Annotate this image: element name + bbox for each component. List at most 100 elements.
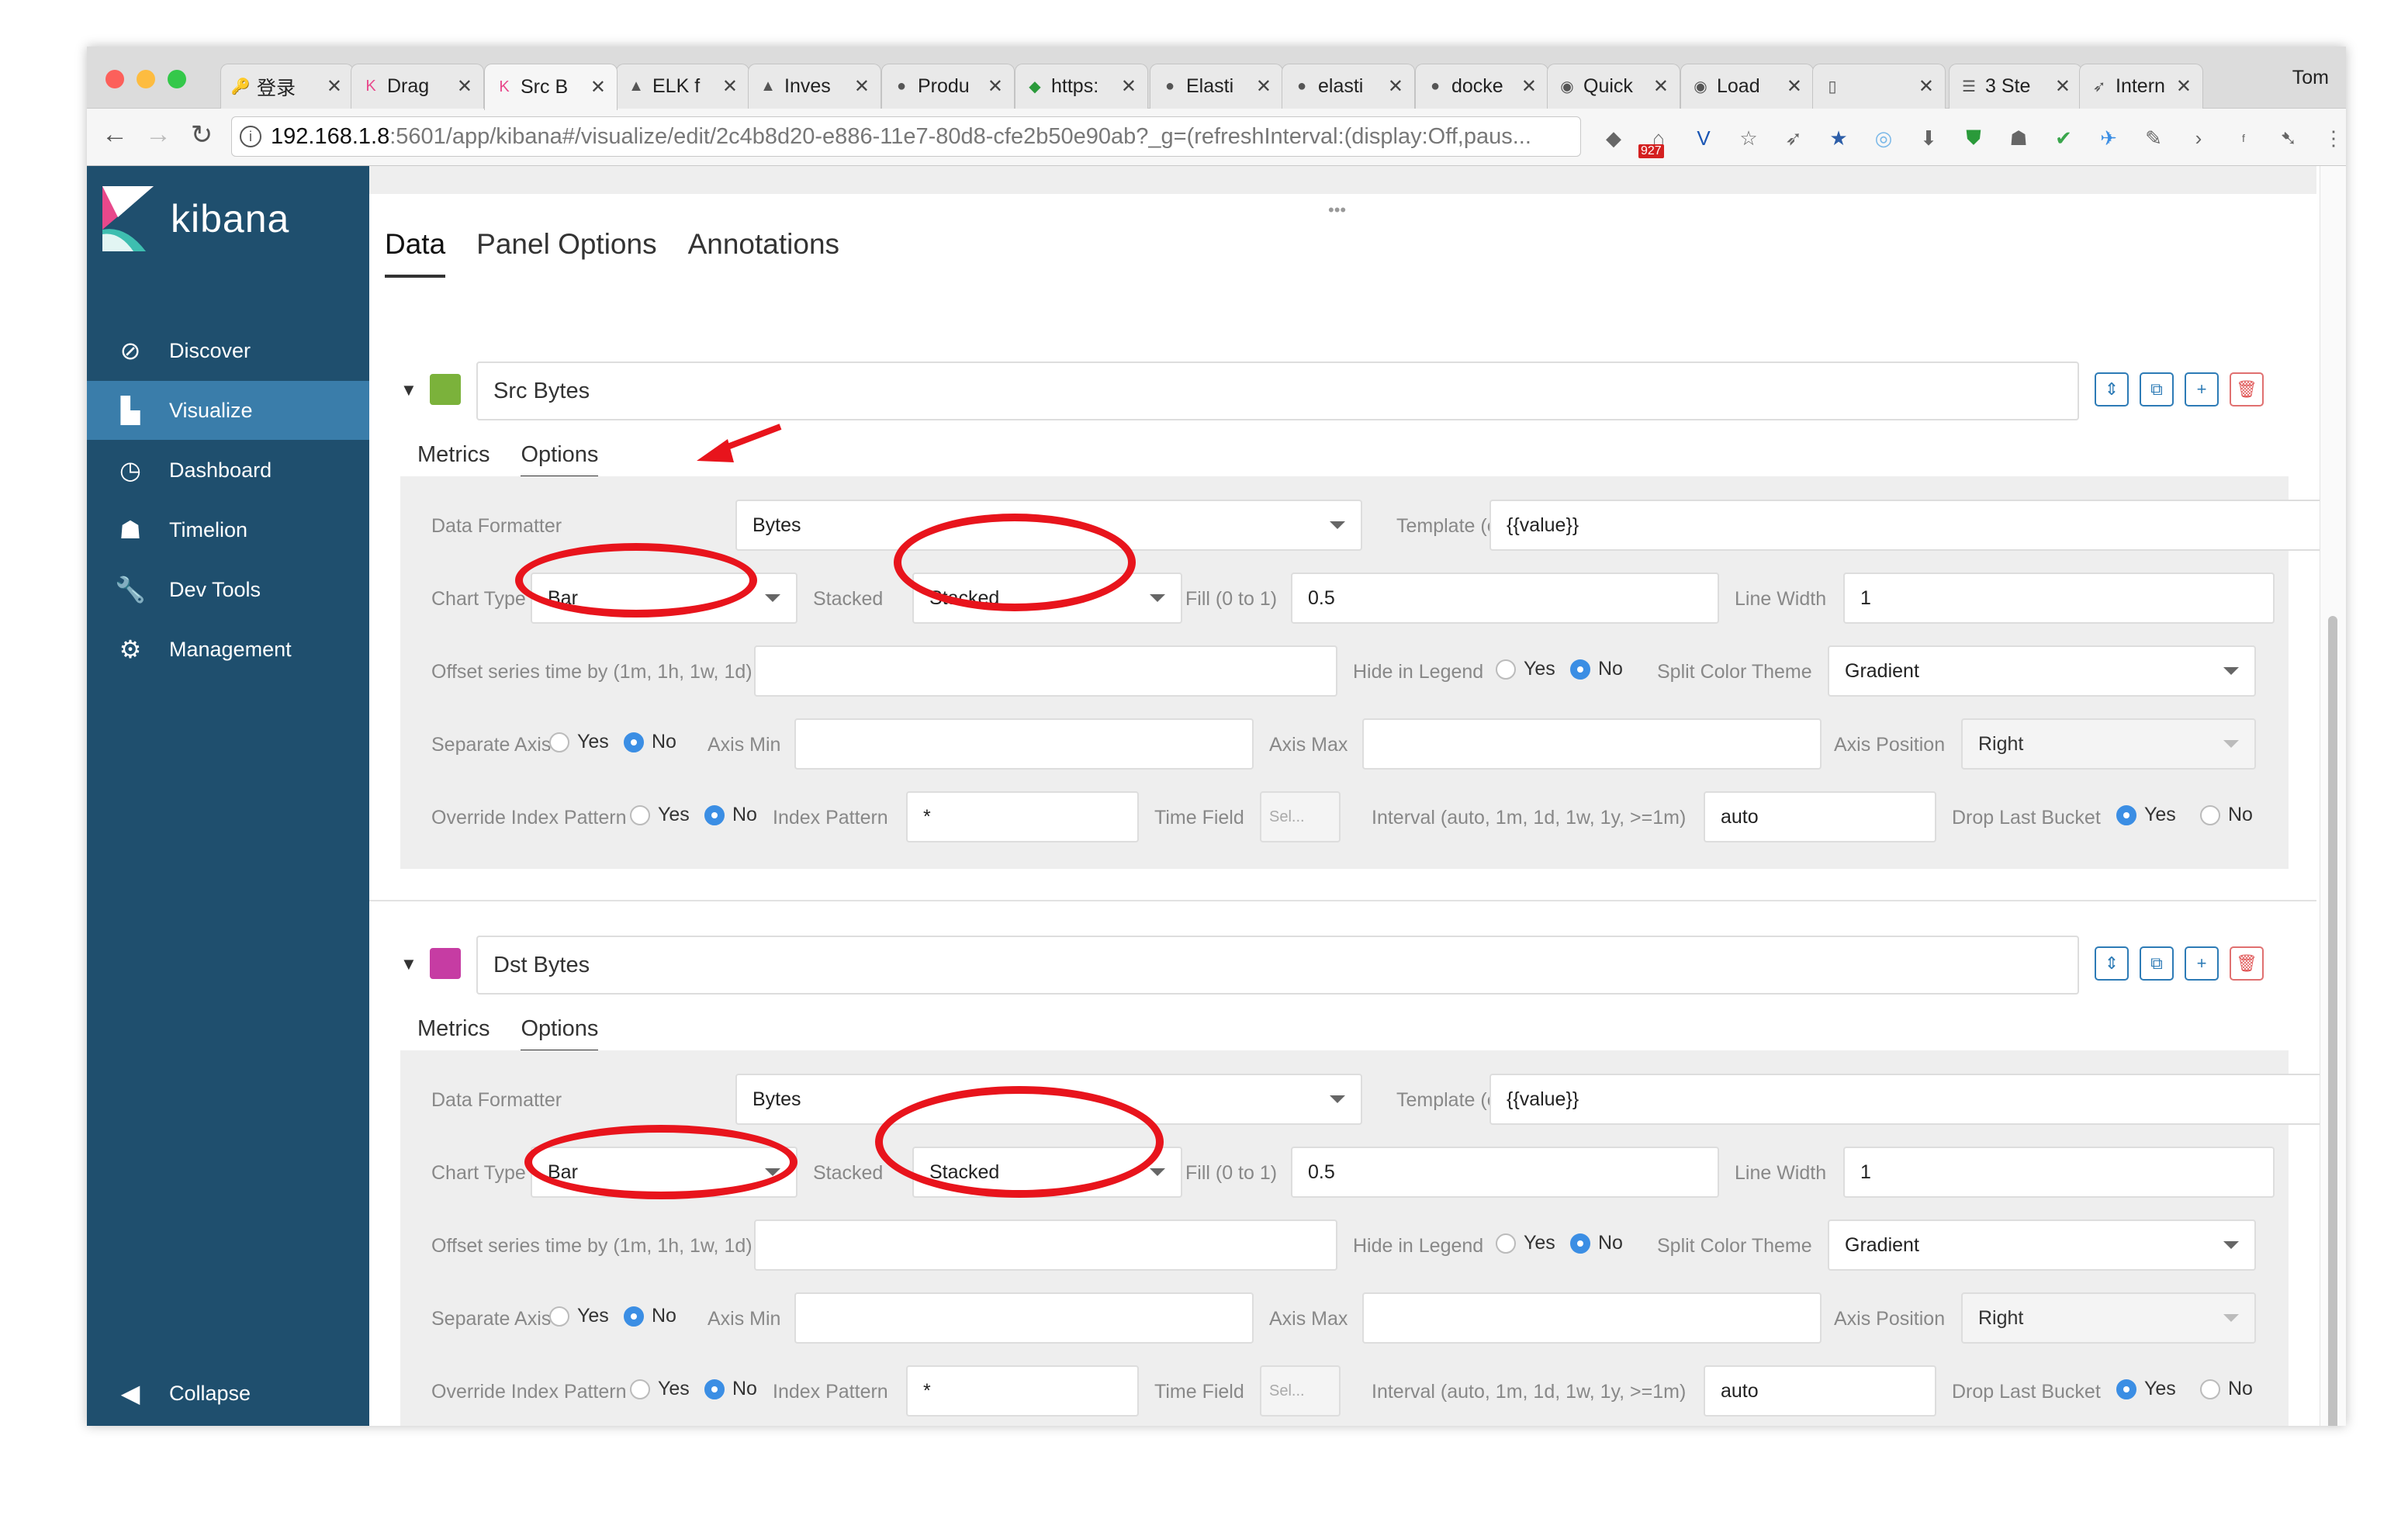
subtab-metrics[interactable]: Metrics bbox=[417, 1016, 490, 1052]
browser-tab[interactable]: ☰ 3 Ste ✕ bbox=[1949, 64, 2082, 109]
browser-tab[interactable]: ● docke ✕ bbox=[1415, 64, 1548, 109]
sidebar-item-timelion[interactable]: ☗ Timelion bbox=[87, 500, 369, 559]
hide-legend-no[interactable]: No bbox=[1570, 658, 1623, 680]
interval-input[interactable]: auto bbox=[1704, 791, 1936, 842]
sidebar-item-visualize[interactable]: ▙ Visualize bbox=[87, 381, 369, 440]
close-tab-icon[interactable]: ✕ bbox=[2055, 75, 2071, 98]
override-index-yes[interactable]: Yes bbox=[630, 804, 690, 826]
time-field-select[interactable]: Sel... bbox=[1260, 791, 1341, 842]
close-tab-icon[interactable]: ✕ bbox=[590, 76, 606, 99]
axis-max-input[interactable] bbox=[1362, 1292, 1822, 1344]
extension-compass-icon[interactable]: ✈ bbox=[2095, 124, 2123, 152]
close-tab-icon[interactable]: ✕ bbox=[854, 75, 870, 98]
bookmark-star-icon[interactable]: ☆ bbox=[1735, 124, 1763, 152]
close-tab-icon[interactable]: ✕ bbox=[722, 75, 738, 98]
reload-icon[interactable]: ↻ bbox=[186, 119, 217, 150]
sort-icon[interactable]: ⇕ bbox=[2095, 372, 2129, 406]
kibana-logo[interactable]: kibana bbox=[102, 186, 289, 251]
series-label-input[interactable]: Dst Bytes bbox=[476, 936, 2079, 995]
extension-check-shield-icon[interactable]: ✔ bbox=[2050, 124, 2078, 152]
browser-tab[interactable]: ▲ Inves ✕ bbox=[748, 64, 881, 109]
close-window-button[interactable] bbox=[106, 70, 124, 88]
delete-icon[interactable]: 🗑 bbox=[2230, 946, 2264, 981]
address-bar[interactable]: i 192.168.1.8:5601/app/kibana#/visualize… bbox=[231, 116, 1581, 157]
line-width-input[interactable]: 1 bbox=[1843, 573, 2275, 624]
sidebar-item-dev-tools[interactable]: 🔧 Dev Tools bbox=[87, 560, 369, 619]
browser-tab[interactable]: ● Produ ✕ bbox=[881, 64, 1015, 109]
back-icon[interactable]: ← bbox=[99, 119, 130, 150]
sidebar-item-management[interactable]: ⚙ Management bbox=[87, 620, 369, 679]
tab-panel-options[interactable]: Panel Options bbox=[476, 228, 656, 278]
close-tab-icon[interactable]: ✕ bbox=[1787, 75, 1802, 98]
add-series-icon[interactable]: + bbox=[2185, 372, 2219, 406]
extension-download-icon[interactable]: ⬇ bbox=[1915, 124, 1943, 152]
split-color-select[interactable]: Gradient bbox=[1828, 1219, 2256, 1271]
close-tab-icon[interactable]: ✕ bbox=[1388, 75, 1403, 98]
series-color-swatch[interactable] bbox=[430, 374, 461, 405]
browser-tab[interactable]: K Drag ✕ bbox=[351, 64, 484, 109]
info-icon[interactable]: i bbox=[240, 126, 261, 147]
extension-fonts-icon[interactable]: f bbox=[2230, 124, 2258, 152]
index-pattern-input[interactable]: * bbox=[906, 791, 1139, 842]
browser-tab[interactable]: ▲ ELK f ✕ bbox=[616, 64, 749, 109]
extension-mask-icon[interactable]: ☗ bbox=[2005, 124, 2033, 152]
sort-icon[interactable]: ⇕ bbox=[2095, 946, 2129, 981]
delete-icon[interactable]: 🗑 bbox=[2230, 372, 2264, 406]
extension-circle-icon[interactable]: ◎ bbox=[1870, 124, 1898, 152]
extension-shield-icon[interactable]: ⛊ bbox=[1960, 124, 1988, 152]
override-index-no[interactable]: No bbox=[704, 804, 757, 826]
browser-tab[interactable]: ● elasti ✕ bbox=[1282, 64, 1415, 109]
close-tab-icon[interactable]: ✕ bbox=[1121, 75, 1137, 98]
clone-icon[interactable]: ⧉ bbox=[2140, 946, 2174, 981]
close-tab-icon[interactable]: ✕ bbox=[2176, 75, 2192, 98]
browser-tab[interactable]: ● Elasti ✕ bbox=[1150, 64, 1283, 109]
browser-tab[interactable]: 🔑 登录 ✕ bbox=[220, 64, 354, 109]
axis-min-input[interactable] bbox=[794, 1292, 1254, 1344]
offset-input[interactable] bbox=[754, 1219, 1337, 1271]
close-tab-icon[interactable]: ✕ bbox=[988, 75, 1003, 98]
scrollbar-thumb[interactable] bbox=[2328, 616, 2337, 1426]
extension-pen-icon[interactable]: ✎ bbox=[2140, 124, 2168, 152]
hide-legend-yes[interactable]: Yes bbox=[1496, 1232, 1555, 1254]
split-color-select[interactable]: Gradient bbox=[1828, 645, 2256, 697]
forward-icon[interactable]: → bbox=[143, 119, 174, 150]
tab-data[interactable]: Data bbox=[385, 228, 446, 278]
close-tab-icon[interactable]: ✕ bbox=[1521, 75, 1537, 98]
sidebar-item-discover[interactable]: ⊘ Discover bbox=[87, 321, 369, 380]
drop-last-bucket-no[interactable]: No bbox=[2200, 1378, 2253, 1400]
browser-tab[interactable]: ◉ Load ✕ bbox=[1680, 64, 1814, 109]
close-tab-icon[interactable]: ✕ bbox=[1256, 75, 1271, 98]
hide-legend-yes[interactable]: Yes bbox=[1496, 658, 1555, 680]
time-field-select[interactable]: Sel... bbox=[1260, 1365, 1341, 1417]
index-pattern-input[interactable]: * bbox=[906, 1365, 1139, 1417]
axis-min-input[interactable] bbox=[794, 718, 1254, 770]
extension-diamond-icon[interactable]: ◆ bbox=[1600, 124, 1628, 152]
browser-tab[interactable]: K Src B ✕ bbox=[484, 64, 618, 110]
browser-tab[interactable]: ➶ Intern ✕ bbox=[2079, 64, 2203, 109]
subtab-options[interactable]: Options bbox=[521, 442, 599, 478]
scrollbar[interactable] bbox=[2320, 166, 2346, 1426]
close-tab-icon[interactable]: ✕ bbox=[1653, 75, 1669, 98]
close-tab-icon[interactable]: ✕ bbox=[457, 75, 472, 98]
offset-input[interactable] bbox=[754, 645, 1337, 697]
drop-last-bucket-yes[interactable]: Yes bbox=[2116, 804, 2176, 826]
collapse-button[interactable]: ◀ Collapse bbox=[87, 1364, 369, 1423]
hide-legend-no[interactable]: No bbox=[1570, 1232, 1623, 1254]
series-label-input[interactable]: Src Bytes bbox=[476, 362, 2079, 420]
axis-position-select[interactable]: Right bbox=[1961, 718, 2256, 770]
extension-bird2-icon[interactable]: ➷ bbox=[2275, 124, 2302, 152]
menu-icon[interactable]: ⋮ bbox=[2320, 124, 2346, 152]
drop-last-bucket-yes[interactable]: Yes bbox=[2116, 1378, 2176, 1400]
subtab-metrics[interactable]: Metrics bbox=[417, 442, 490, 478]
series-color-swatch[interactable] bbox=[430, 948, 461, 979]
browser-tab[interactable]: ◆ https: ✕ bbox=[1015, 64, 1148, 109]
add-series-icon[interactable]: + bbox=[2185, 946, 2219, 981]
browser-tab[interactable]: ▯ ✕ bbox=[1812, 64, 1946, 109]
profile-name[interactable]: Tom bbox=[2292, 67, 2329, 89]
extension-bird-icon[interactable]: ➶ bbox=[1780, 124, 1808, 152]
extension-arrow-icon[interactable]: › bbox=[2185, 124, 2213, 152]
drop-last-bucket-no[interactable]: No bbox=[2200, 804, 2253, 826]
line-width-input[interactable]: 1 bbox=[1843, 1147, 2275, 1198]
minimize-window-button[interactable] bbox=[137, 70, 155, 88]
extension-v-icon[interactable]: V bbox=[1690, 124, 1718, 152]
